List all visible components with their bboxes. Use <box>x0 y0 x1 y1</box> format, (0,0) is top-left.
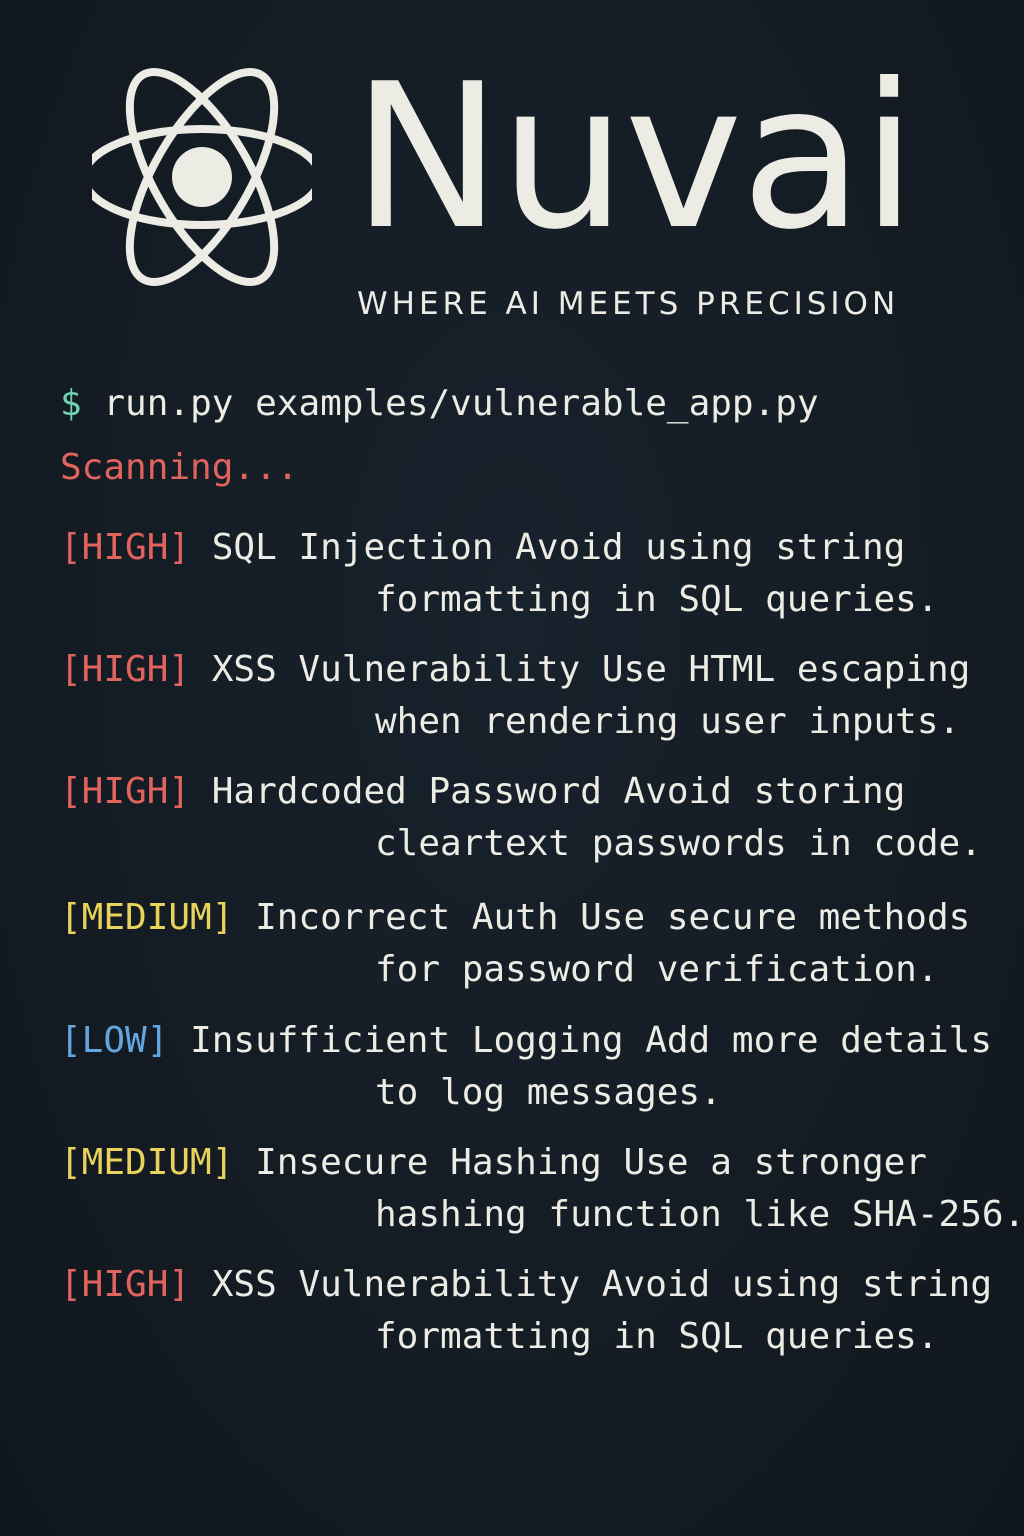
finding-item: [HIGH] SQL Injection Avoid using string … <box>60 522 939 626</box>
atom-icon <box>92 52 312 302</box>
severity-badge: [LOW] <box>60 1020 169 1061</box>
finding-item: [MEDIUM] Incorrect Auth Use secure metho… <box>60 892 970 996</box>
finding-advice: when rendering user inputs. <box>375 701 961 742</box>
finding-text: Insecure Hashing Use a stronger <box>255 1142 927 1183</box>
finding-advice: to log messages. <box>375 1072 722 1113</box>
severity-badge: [HIGH] <box>60 649 191 690</box>
severity-badge: [HIGH] <box>60 527 191 568</box>
finding-text: SQL Injection Avoid using string <box>211 527 906 568</box>
finding-advice: formatting in SQL queries. <box>375 1316 939 1357</box>
finding-text: XSS Vulnerability Use HTML escaping <box>211 649 971 690</box>
finding-item: [HIGH] XSS Vulnerability Avoid using str… <box>60 1259 992 1363</box>
command-line: $ run.py examples/vulnerable_app.py <box>60 378 819 430</box>
brand-name: Nuvai <box>352 41 917 274</box>
command-name: run.py <box>103 383 234 424</box>
finding-item: [HIGH] Hardcoded Password Avoid storing … <box>60 766 982 870</box>
severity-badge: [HIGH] <box>60 1264 191 1305</box>
finding-advice: hashing function like SHA-256. <box>375 1194 1024 1235</box>
brand-tagline: WHERE AI MEETS PRECISION <box>357 286 900 322</box>
finding-item: [MEDIUM] Insecure Hashing Use a stronger… <box>60 1137 1024 1241</box>
finding-text: XSS Vulnerability Avoid using string <box>211 1264 992 1305</box>
prompt-symbol: $ <box>60 383 82 424</box>
finding-advice: for password verification. <box>375 949 939 990</box>
finding-item: [LOW] Insufficient Logging Add more deta… <box>60 1015 992 1119</box>
finding-text: Incorrect Auth Use secure methods <box>255 897 971 938</box>
finding-advice: cleartext passwords in code. <box>375 823 982 864</box>
severity-badge: [HIGH] <box>60 771 191 812</box>
page: Nuvai WHERE AI MEETS PRECISION $ run.py … <box>0 0 1024 1536</box>
severity-badge: [MEDIUM] <box>60 897 234 938</box>
finding-text: Insufficient Logging Add more details <box>190 1020 992 1061</box>
scan-status: Scanning... <box>60 447 299 488</box>
finding-text: Hardcoded Password Avoid storing <box>211 771 906 812</box>
finding-item: [HIGH] XSS Vulnerability Use HTML escapi… <box>60 644 970 748</box>
severity-badge: [MEDIUM] <box>60 1142 234 1183</box>
finding-advice: formatting in SQL queries. <box>375 579 939 620</box>
command-argument: examples/vulnerable_app.py <box>255 383 819 424</box>
